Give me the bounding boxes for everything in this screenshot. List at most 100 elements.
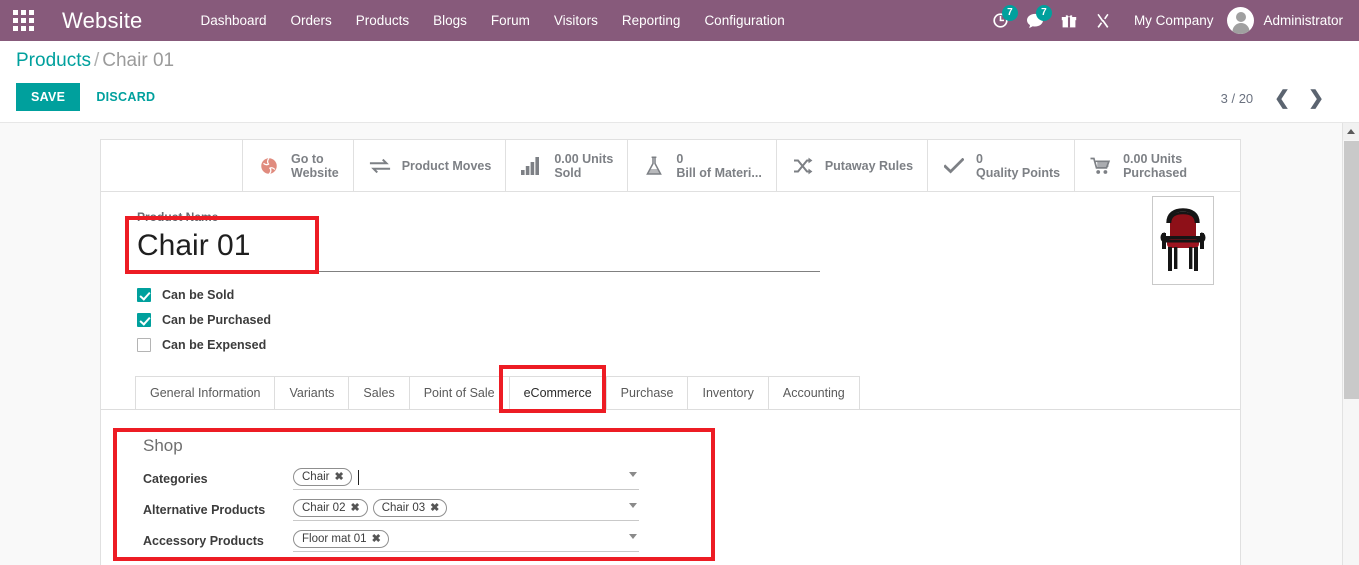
can-be-expensed-label: Can be Expensed [162,337,267,352]
close-x-icon[interactable]: ✖ [372,533,381,545]
field-row-categories: Categories Chair ✖ [135,468,1214,490]
menu-item-reporting[interactable]: Reporting [610,0,693,41]
caret-down-icon[interactable] [629,534,637,539]
product-name-input[interactable] [127,224,820,272]
field-row-accessory-products: Accessory Products Floor mat 01 ✖ [135,530,1214,552]
scroll-up-arrow-icon[interactable] [1343,123,1359,140]
product-name-row [127,224,1214,272]
stat-button-text: 0.00 Units Purchased [1123,152,1187,180]
can-be-purchased-label: Can be Purchased [162,312,272,327]
company-switcher[interactable]: My Company [1120,13,1228,28]
stat-label-line1: Bill of Materi... [676,165,762,180]
close-x-icon[interactable]: ✖ [334,471,343,483]
stat-button-units-purchased[interactable]: 0.00 Units Purchased [1075,140,1201,191]
checkbox-row-can-be-sold[interactable]: Can be Sold [137,282,1214,307]
tab-purchase[interactable]: Purchase [605,376,689,409]
menu-item-orders[interactable]: Orders [279,0,344,41]
discard-button[interactable]: DISCARD [86,83,165,111]
tab-inventory[interactable]: Inventory [687,376,769,409]
caret-down-icon[interactable] [629,472,637,477]
record-pager: 3 / 20 ❮ ❯ [1221,89,1331,108]
can-be-sold-label: Can be Sold [162,287,235,302]
stat-button-row: Go to Website Product Moves 0.00 Units S… [101,140,1240,192]
stat-row-spacer [101,140,243,191]
close-x-icon[interactable]: ✖ [350,502,359,514]
tools-icon[interactable] [1086,0,1120,41]
product-name-label: Product Name [137,210,219,224]
stat-label-line1: Quality Points [976,165,1061,180]
stat-button-quality-points[interactable]: 0 Quality Points [928,140,1076,191]
stat-value: 0 [676,151,684,166]
field-row-alternative-products: Alternative Products Chair 02 ✖ Chair 03… [135,499,1214,521]
shopping-cart-icon [1089,157,1113,175]
stat-button-text: Putaway Rules [825,159,913,173]
can-be-purchased-checkbox[interactable] [137,312,151,327]
exchange-arrows-icon [368,158,392,174]
control-panel: Products / Chair 01 SAVE DISCARD 3 / 20 ❮ … [0,41,1359,123]
tag-item[interactable]: Chair ✖ [293,468,352,486]
tab-ecommerce[interactable]: eCommerce [508,376,607,409]
alternative-products-label: Alternative Products [143,503,266,517]
apps-grid-icon[interactable] [0,0,46,41]
ecommerce-tab-content: Shop Categories Chair ✖ Alternative Prod… [101,410,1240,565]
flask-icon [642,155,666,176]
product-image-thumbnail[interactable] [1152,196,1214,285]
checkbox-row-can-be-purchased[interactable]: Can be Purchased [137,307,1214,332]
tag-label: Chair 03 [381,502,426,514]
stat-button-product-moves[interactable]: Product Moves [354,140,507,191]
stat-button-units-sold[interactable]: 0.00 Units Sold [506,140,629,191]
menu-item-products[interactable]: Products [344,0,421,41]
can-be-expensed-checkbox[interactable] [137,337,151,352]
stat-button-bill-of-materials[interactable]: 0 Bill of Materi... [628,140,777,191]
shuffle-icon [791,157,815,175]
scrollbar-thumb[interactable] [1344,141,1359,399]
tab-variants[interactable]: Variants [274,376,350,409]
tab-general-information[interactable]: General Information [135,376,276,409]
tag-item[interactable]: Chair 02 ✖ [293,499,368,517]
notebook-tabs: General Information Variants Sales Point… [101,376,1240,410]
menu-item-visitors[interactable]: Visitors [542,0,610,41]
tag-item[interactable]: Chair 03 ✖ [372,499,448,517]
tab-point-of-sale[interactable]: Point of Sale [408,376,510,409]
stat-label-line1: Sold [554,165,582,180]
menu-item-dashboard[interactable]: Dashboard [188,0,278,41]
checkbox-row-can-be-expensed[interactable]: Can be Expensed [137,332,1214,357]
alternative-products-input[interactable]: Chair 02 ✖ Chair 03 ✖ [293,499,639,521]
pager-count: 3 / 20 [1220,91,1254,106]
accessory-products-input[interactable]: Floor mat 01 ✖ [293,530,639,552]
brand-title[interactable]: Website [46,8,152,34]
stat-label-line1: Purchased [1123,165,1188,180]
tag-label: Floor mat 01 [302,533,367,545]
chat-bubble-icon[interactable]: 7 [1018,0,1052,41]
menu-item-configuration[interactable]: Configuration [692,0,796,41]
vertical-scrollbar[interactable] [1342,123,1359,565]
stat-label-line1: Product Moves [401,158,492,173]
check-icon [942,157,966,174]
tab-accounting[interactable]: Accounting [767,376,860,409]
categories-input[interactable]: Chair ✖ [293,468,639,490]
close-x-icon[interactable]: ✖ [430,502,439,514]
stat-button-text: 0 Quality Points [976,152,1060,180]
stat-value: 0 [976,151,983,166]
avatar [1227,7,1255,34]
can-be-sold-checkbox[interactable] [137,287,151,302]
breadcrumb-products-link[interactable]: Products [16,50,91,71]
menu-item-blogs[interactable]: Blogs [421,0,479,41]
chevron-right-icon[interactable]: ❯ [1301,89,1331,108]
user-menu[interactable]: Administrator [1227,7,1347,34]
main-menu: Dashboard Orders Products Blogs Forum Vi… [188,0,796,41]
stat-button-go-to-website[interactable]: Go to Website [243,140,354,191]
stat-button-text: Go to Website [291,152,339,180]
menu-item-forum[interactable]: Forum [479,0,542,41]
tag-item[interactable]: Floor mat 01 ✖ [293,530,389,548]
tab-sales[interactable]: Sales [348,376,410,409]
clock-activity-icon[interactable]: 7 [984,0,1018,41]
chevron-left-icon[interactable]: ❮ [1267,89,1297,108]
stat-label-line1: Go to [291,151,324,166]
caret-down-icon[interactable] [629,503,637,508]
gift-icon[interactable] [1052,0,1086,41]
stat-button-putaway-rules[interactable]: Putaway Rules [777,140,929,191]
save-button[interactable]: SAVE [16,83,81,111]
breadcrumb-current: Chair 01 [102,50,175,71]
shop-group-title: Shop [143,436,183,455]
